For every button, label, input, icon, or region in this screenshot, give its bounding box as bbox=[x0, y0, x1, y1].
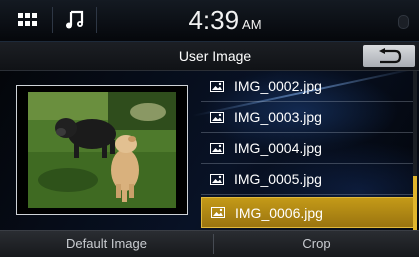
clock-ampm: AM bbox=[242, 17, 262, 32]
status-bar: 4:39 AM bbox=[0, 0, 419, 42]
scrollbar[interactable] bbox=[413, 71, 417, 230]
image-file-icon bbox=[210, 142, 224, 154]
file-name: IMG_0006.jpg bbox=[235, 204, 323, 221]
music-button[interactable] bbox=[58, 6, 92, 34]
title-bar: User Image bbox=[0, 42, 419, 71]
page-title: User Image bbox=[178, 48, 252, 64]
file-item[interactable]: IMG_0004.jpg bbox=[201, 133, 414, 164]
file-item[interactable]: IMG_0005.jpg bbox=[201, 164, 414, 195]
back-button[interactable] bbox=[363, 45, 415, 67]
image-file-icon bbox=[210, 80, 224, 92]
image-file-icon bbox=[210, 111, 224, 123]
file-name: IMG_0003.jpg bbox=[234, 109, 322, 125]
clock: 4:39 AM bbox=[150, 5, 300, 35]
file-item[interactable]: IMG_0002.jpg bbox=[201, 71, 414, 102]
file-name: IMG_0002.jpg bbox=[234, 78, 322, 94]
default-image-button[interactable]: Default Image bbox=[0, 231, 213, 257]
screen: 4:39 AM User Image IMG_0002.jpg IMG_0003… bbox=[0, 0, 419, 257]
file-name: IMG_0005.jpg bbox=[234, 171, 322, 187]
file-item[interactable]: IMG_0003.jpg bbox=[201, 102, 414, 133]
clock-time: 4:39 bbox=[188, 5, 240, 35]
image-file-icon bbox=[210, 173, 224, 185]
content-area: IMG_0002.jpg IMG_0003.jpg IMG_0004.jpg I… bbox=[0, 71, 419, 230]
image-preview bbox=[16, 85, 188, 215]
preview-photo bbox=[28, 92, 176, 208]
grid-icon bbox=[18, 13, 37, 26]
music-note-icon bbox=[66, 10, 84, 29]
crop-button[interactable]: Crop bbox=[214, 231, 419, 257]
scrollbar-thumb[interactable] bbox=[413, 176, 417, 230]
file-name: IMG_0004.jpg bbox=[234, 140, 322, 156]
status-indicator bbox=[398, 15, 409, 29]
file-list: IMG_0002.jpg IMG_0003.jpg IMG_0004.jpg I… bbox=[201, 71, 414, 230]
back-arrow-icon bbox=[379, 48, 402, 64]
file-item-selected[interactable]: IMG_0006.jpg bbox=[201, 197, 414, 228]
status-separator bbox=[52, 7, 53, 33]
image-file-icon bbox=[211, 207, 225, 218]
status-separator bbox=[96, 7, 97, 33]
bottom-bar: Default Image Crop bbox=[0, 230, 419, 257]
apps-button[interactable] bbox=[8, 6, 48, 34]
